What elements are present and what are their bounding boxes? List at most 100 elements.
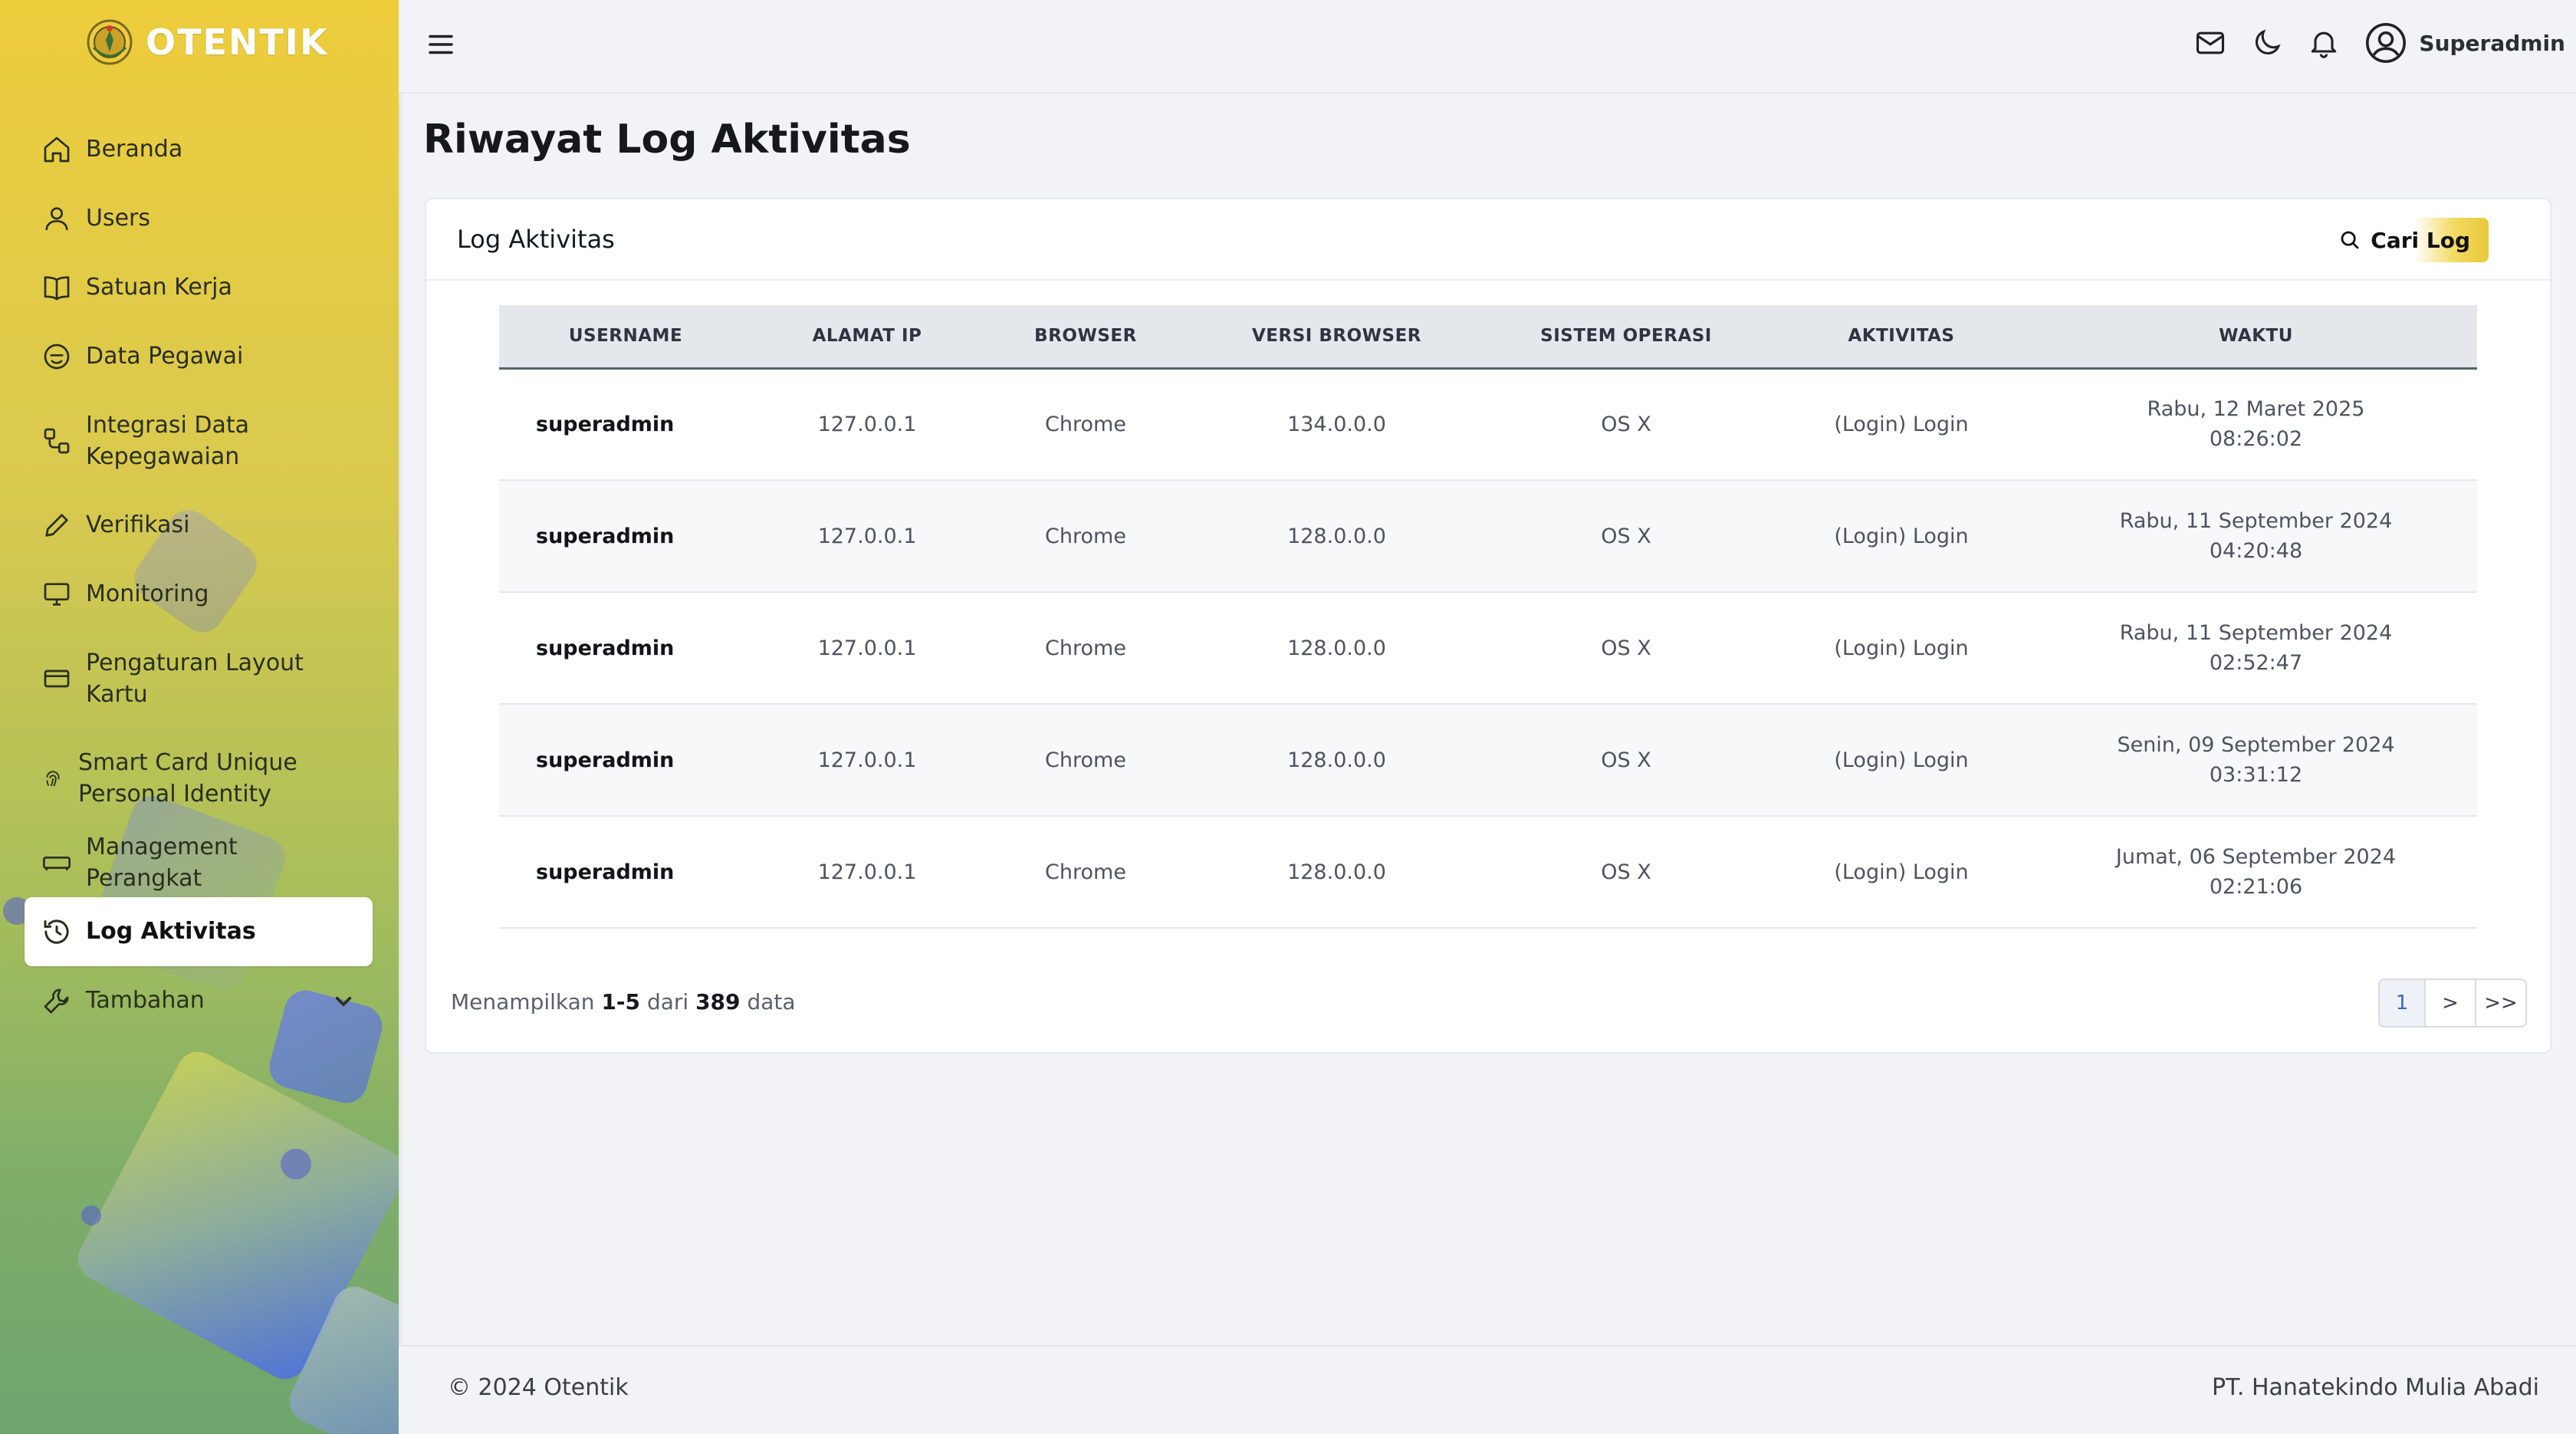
sidebar-item-label: Beranda: [86, 136, 183, 163]
search-log-button[interactable]: Cari Log: [2323, 218, 2489, 262]
sidebar-item-label: Monitoring: [86, 581, 209, 608]
company-name: PT. Hanatekindo Mulia Abadi: [2212, 1374, 2539, 1401]
column-header[interactable]: ALAMAT IP: [752, 305, 982, 368]
brand-name: OTENTIK: [146, 21, 329, 63]
pagination: 1 > >>: [2378, 978, 2527, 1028]
cell-time: Rabu, 12 Maret 2025 08:26:02: [2035, 368, 2477, 481]
column-header[interactable]: VERSI BROWSER: [1189, 305, 1484, 368]
emblem-icon: [87, 19, 133, 65]
sidebar-item-tambahan[interactable]: Tambahan: [25, 966, 373, 1035]
time-date: Senin, 09 September 2024: [2117, 732, 2395, 757]
user-name[interactable]: Superadmin: [2419, 31, 2565, 56]
time-clock: 02:52:47: [2209, 651, 2303, 675]
time-clock: 04:20:48: [2209, 539, 2303, 563]
copyright-text: © 2024 Otentik: [448, 1374, 629, 1401]
mail-icon[interactable]: [2193, 26, 2227, 60]
cell-time: Rabu, 11 September 2024 04:20:48: [2035, 480, 2477, 593]
wrench-icon: [44, 988, 69, 1014]
page-title: Riwayat Log Aktivitas: [423, 117, 911, 163]
cell-ip: 127.0.0.1: [752, 704, 982, 817]
sidebar-item-integrasi-data[interactable]: Integrasi Data Kepegawaian: [25, 391, 373, 491]
sidebar-menu: Beranda Users Satuan Kerja Data Pegawai …: [25, 115, 373, 1035]
log-card: Log Aktivitas Cari Log USERNAME ALAMAT I…: [425, 198, 2551, 1054]
bell-icon[interactable]: [2307, 26, 2341, 60]
last-page-button[interactable]: >>: [2475, 980, 2525, 1026]
cell-browser: Chrome: [982, 480, 1189, 593]
cell-ip: 127.0.0.1: [752, 480, 982, 593]
column-header[interactable]: USERNAME: [499, 305, 752, 368]
sidebar-item-data-pegawai[interactable]: Data Pegawai: [25, 322, 373, 391]
cell-ip: 127.0.0.1: [752, 592, 982, 705]
face-icon: [44, 344, 70, 370]
cell-activity: (Login) Login: [1768, 816, 2035, 929]
column-header[interactable]: BROWSER: [982, 305, 1189, 368]
time-date: Rabu, 11 September 2024: [2119, 620, 2393, 645]
table-row: superadmin 127.0.0.1 Chrome 128.0.0.0 OS…: [499, 816, 2477, 929]
sidebar-item-label: Satuan Kerja: [86, 274, 232, 301]
cell-ip: 127.0.0.1: [752, 368, 982, 481]
cell-username: superadmin: [499, 816, 752, 929]
time-date: Rabu, 11 September 2024: [2119, 508, 2393, 533]
sidebar-item-management-perangkat[interactable]: Management Perangkat: [25, 828, 373, 897]
time-date: Jumat, 06 September 2024: [2115, 844, 2397, 869]
menu-toggle-icon[interactable]: [425, 28, 457, 61]
log-table: USERNAME ALAMAT IP BROWSER VERSI BROWSER…: [499, 305, 2477, 929]
sidebar-item-verifikasi[interactable]: Verifikasi: [25, 491, 373, 560]
history-icon: [44, 919, 69, 944]
sidebar-item-label: Pengaturan Layout Kartu: [86, 649, 304, 708]
sidebar-item-satuan-kerja[interactable]: Satuan Kerja: [25, 253, 373, 322]
sidebar-item-label: Verifikasi: [86, 511, 190, 539]
search-icon: [2341, 231, 2359, 249]
sidebar-item-users[interactable]: Users: [25, 184, 373, 253]
pagination-total: 389: [695, 989, 741, 1015]
column-header[interactable]: WAKTU: [2035, 305, 2477, 368]
time-clock: 08:26:02: [2209, 427, 2303, 452]
integration-icon: [44, 428, 70, 454]
cell-activity: (Login) Login: [1768, 592, 2035, 705]
cell-time: Senin, 09 September 2024 03:31:12: [2035, 704, 2477, 817]
user-icon: [45, 207, 68, 231]
cell-ip: 127.0.0.1: [752, 816, 982, 929]
sidebar-item-monitoring[interactable]: Monitoring: [25, 560, 373, 629]
card-icon: [44, 669, 70, 688]
cell-activity: (Login) Login: [1768, 704, 2035, 817]
search-log-label: Cari Log: [2371, 227, 2470, 253]
cell-username: superadmin: [499, 480, 752, 593]
cell-browser-version: 128.0.0.0: [1189, 480, 1484, 593]
time-clock: 02:21:06: [2209, 875, 2303, 899]
cell-username: superadmin: [499, 704, 752, 817]
cell-browser: Chrome: [982, 704, 1189, 817]
sidebar: OTENTIK Beranda Users Satuan Kerja Data …: [0, 0, 399, 1434]
pencil-icon: [45, 514, 68, 537]
pagination-suffix: data: [747, 989, 796, 1015]
footer: © 2024 Otentik PT. Hanatekindo Mulia Aba…: [399, 1345, 2576, 1434]
sidebar-item-beranda[interactable]: Beranda: [25, 115, 373, 184]
brand-logo[interactable]: OTENTIK: [84, 15, 329, 69]
moon-icon[interactable]: [2250, 26, 2284, 60]
sidebar-item-label: Data Pegawai: [86, 343, 244, 370]
table-row: superadmin 127.0.0.1 Chrome 134.0.0.0 OS…: [499, 368, 2477, 481]
sidebar-item-pengaturan-layout[interactable]: Pengaturan Layout Kartu: [25, 629, 373, 729]
next-page-button[interactable]: >: [2424, 980, 2475, 1026]
sidebar-item-label: Log Aktivitas: [86, 918, 256, 946]
time-clock: 03:31:12: [2209, 763, 2303, 787]
chevron-down-icon[interactable]: [328, 985, 359, 1016]
cell-browser: Chrome: [982, 592, 1189, 705]
column-header[interactable]: AKTIVITAS: [1768, 305, 2035, 368]
pagination-info: Menampilkan 1-5 dari 389 data: [451, 989, 796, 1015]
sidebar-item-log-aktivitas[interactable]: Log Aktivitas: [25, 897, 373, 966]
sidebar-item-label: Users: [86, 205, 151, 232]
cell-os: OS X: [1484, 816, 1768, 929]
topbar: Superadmin: [399, 0, 2576, 94]
pagination-prefix: Menampilkan: [451, 989, 595, 1015]
table-row: superadmin 127.0.0.1 Chrome 128.0.0.0 OS…: [499, 704, 2477, 817]
fingerprint-icon: [46, 771, 60, 787]
table-row: superadmin 127.0.0.1 Chrome 128.0.0.0 OS…: [499, 480, 2477, 593]
avatar-icon[interactable]: [2364, 21, 2408, 65]
page-button-current[interactable]: 1: [2380, 980, 2424, 1026]
table-row: superadmin 127.0.0.1 Chrome 128.0.0.0 OS…: [499, 592, 2477, 705]
sidebar-item-smart-card[interactable]: Smart Card Unique Personal Identity: [25, 729, 373, 828]
column-header[interactable]: SISTEM OPERASI: [1484, 305, 1768, 368]
sidebar-item-label: Smart Card Unique Personal Identity: [78, 748, 297, 807]
pagination-range: 1-5: [601, 989, 641, 1015]
